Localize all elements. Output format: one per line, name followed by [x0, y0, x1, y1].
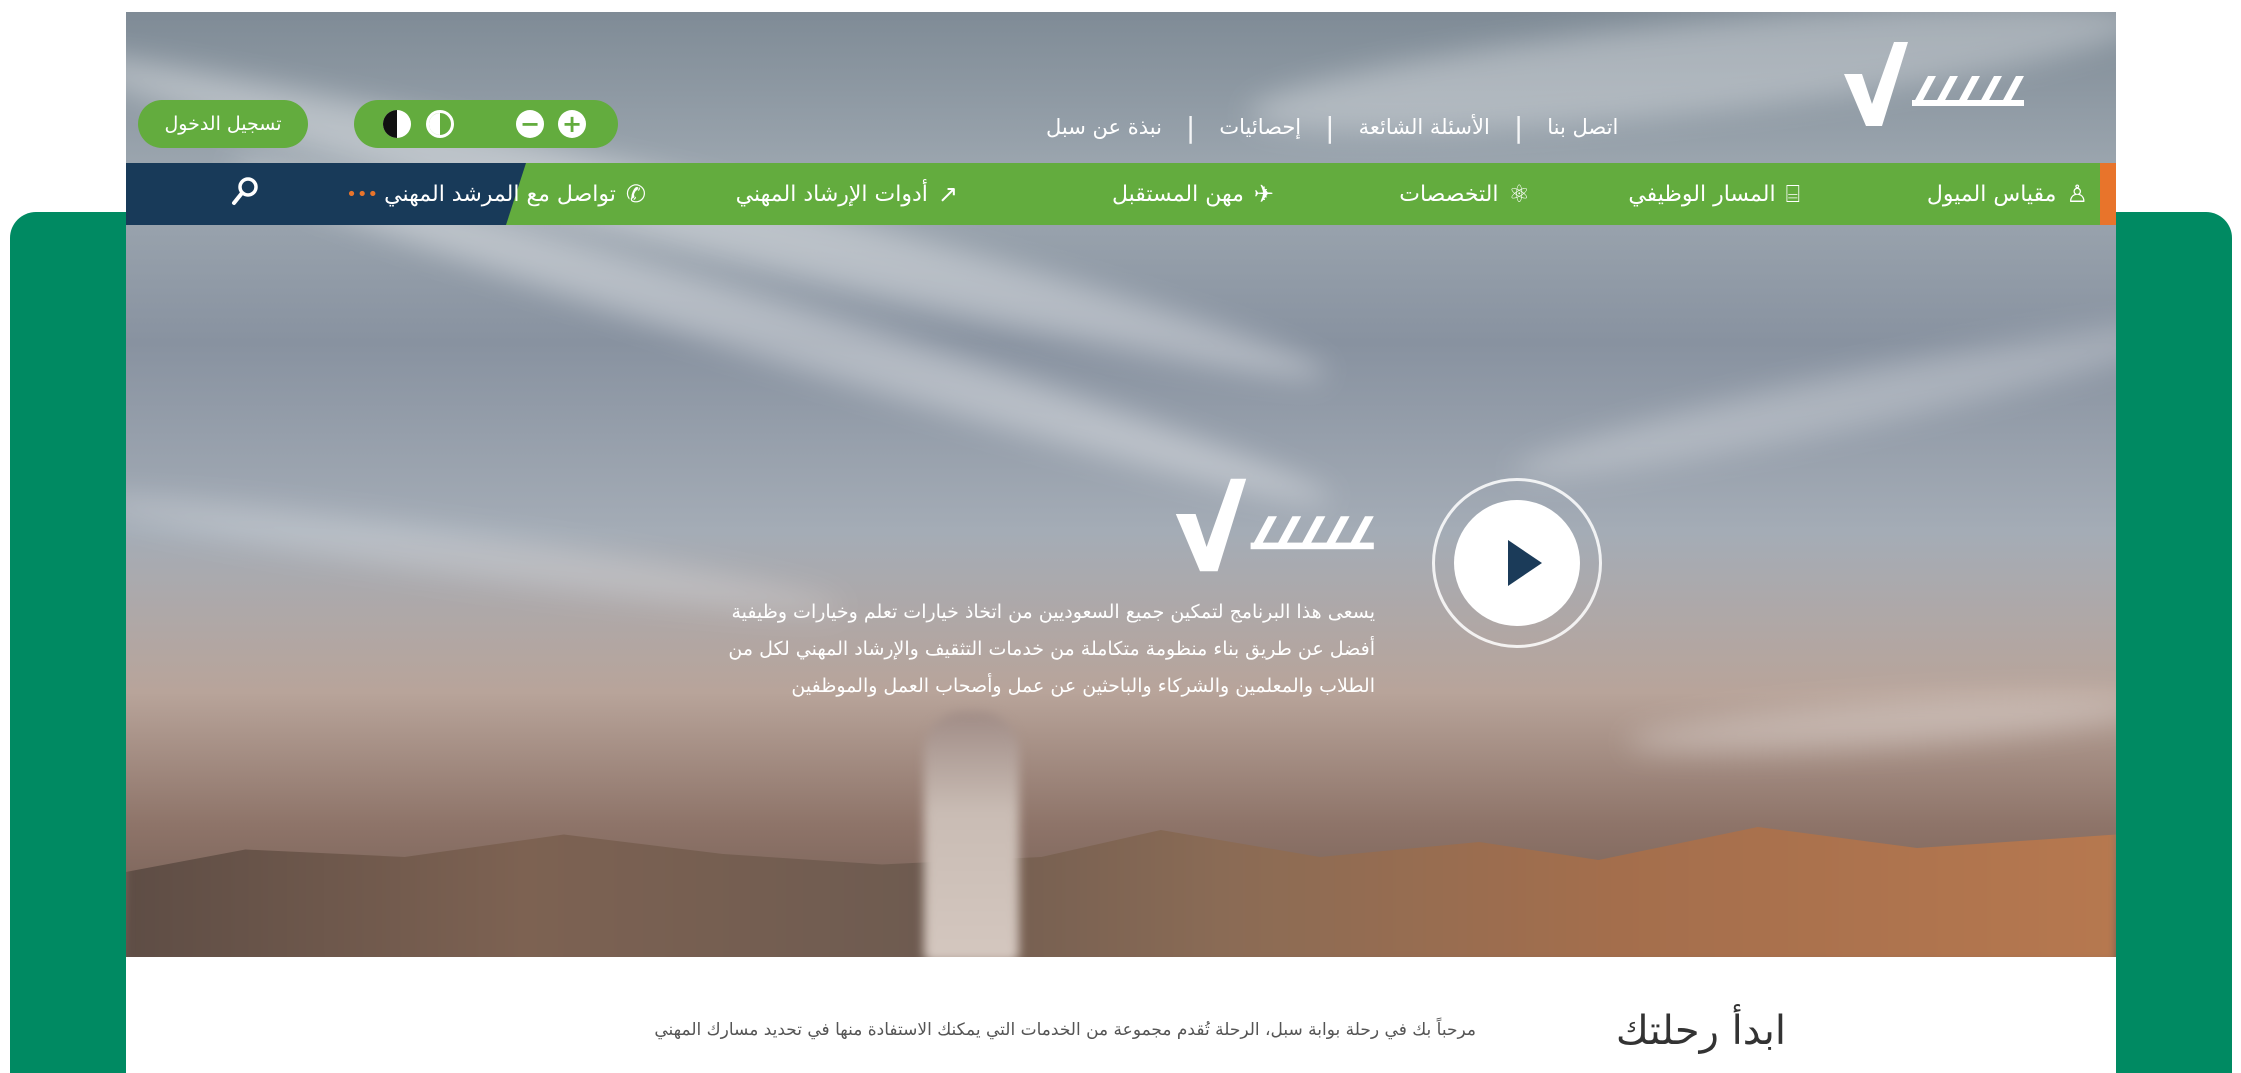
high-contrast-icon[interactable]: [383, 110, 411, 138]
chat-icon: ✆: [625, 180, 646, 208]
hero-description: يسعى هذا البرنامج لتمكين جميع السعوديين …: [670, 594, 1375, 705]
divider: |: [1325, 110, 1335, 144]
start-journey-title: ابدأ رحلتك: [1615, 1008, 1786, 1054]
play-video-button[interactable]: [1432, 478, 1602, 648]
nav-item-future-jobs[interactable]: ✈ مهن المستقبل: [1112, 163, 1274, 225]
nav-item-career-path[interactable]: ⌸ المسار الوظيفي: [1628, 163, 1800, 225]
person-icon: ♙: [2066, 180, 2088, 208]
top-link-about[interactable]: نبذة عن سبل: [1046, 115, 1162, 139]
hero-section: نبذة عن سبل | إحصائيات | الأسئلة الشائعة…: [126, 12, 2116, 957]
nav-item-label: تواصل مع المرشد المهني: [384, 181, 616, 207]
top-link-statistics[interactable]: إحصائيات: [1219, 115, 1301, 139]
hero-description-line: أفضل عن طريق بناء منظومة متكاملة من خدما…: [728, 638, 1375, 660]
top-link-faq[interactable]: الأسئلة الشائعة: [1359, 115, 1490, 139]
login-button[interactable]: تسجيل الدخول: [138, 100, 308, 148]
nav-item-label: التخصصات: [1399, 181, 1499, 207]
increase-font-button[interactable]: +: [558, 110, 586, 138]
briefcase-icon: ⌸: [1785, 180, 1800, 208]
accessibility-controls: − +: [354, 100, 618, 148]
main-navigation: ♙ مقياس الميول ⌸ المسار الوظيفي ⚛ التخصص…: [126, 163, 2116, 225]
atom-icon: ⚛: [1508, 180, 1530, 208]
nav-accent: [2100, 163, 2116, 225]
nav-item-majors[interactable]: ⚛ التخصصات: [1399, 163, 1530, 225]
divider: |: [1513, 110, 1524, 144]
nav-item-guidance-tools[interactable]: ↗ أدوات الإرشاد المهني: [736, 163, 958, 225]
start-journey-text: مرحباً بك في رحلة بوابة سبل، الرحلة تُقد…: [654, 1020, 1476, 1040]
more-dots-icon: •••: [346, 183, 379, 205]
desert-rocks: [126, 827, 2116, 957]
person-figure: [924, 712, 1019, 957]
decrease-font-button[interactable]: −: [516, 110, 544, 138]
website-viewport: نبذة عن سبل | إحصائيات | الأسئلة الشائعة…: [126, 12, 2116, 1073]
hero-description-line: يسعى هذا البرنامج لتمكين جميع السعوديين …: [731, 601, 1375, 623]
play-button-face: [1454, 500, 1580, 626]
chart-line-icon: ↗: [937, 180, 958, 208]
nav-item-interest-scale[interactable]: ♙ مقياس الميول: [1927, 163, 2088, 225]
cloud-streak: [1507, 299, 2116, 500]
nav-item-label: المسار الوظيفي: [1628, 181, 1776, 207]
top-links-bar: نبذة عن سبل | إحصائيات | الأسئلة الشائعة…: [1046, 104, 1936, 150]
divider: |: [1185, 110, 1196, 144]
cloud-streak: [1625, 683, 2116, 766]
search-icon[interactable]: [230, 175, 260, 209]
nav-item-label: مهن المستقبل: [1111, 181, 1244, 207]
hero-description-line: الطلاب والمعلمين والشركاء والباحثين عن ع…: [791, 675, 1375, 697]
rocket-icon: ✈: [1253, 180, 1274, 208]
play-icon: [1508, 540, 1542, 586]
nav-item-label: مقياس الميول: [1926, 181, 2057, 207]
nav-item-contact-advisor[interactable]: ✆ تواصل مع المرشد المهني •••: [346, 163, 646, 225]
top-link-contact[interactable]: اتصل بنا: [1547, 115, 1618, 139]
contrast-toggle-icon[interactable]: [426, 110, 454, 138]
nav-item-label: أدوات الإرشاد المهني: [735, 181, 928, 207]
subul-logo: [1175, 478, 1374, 572]
